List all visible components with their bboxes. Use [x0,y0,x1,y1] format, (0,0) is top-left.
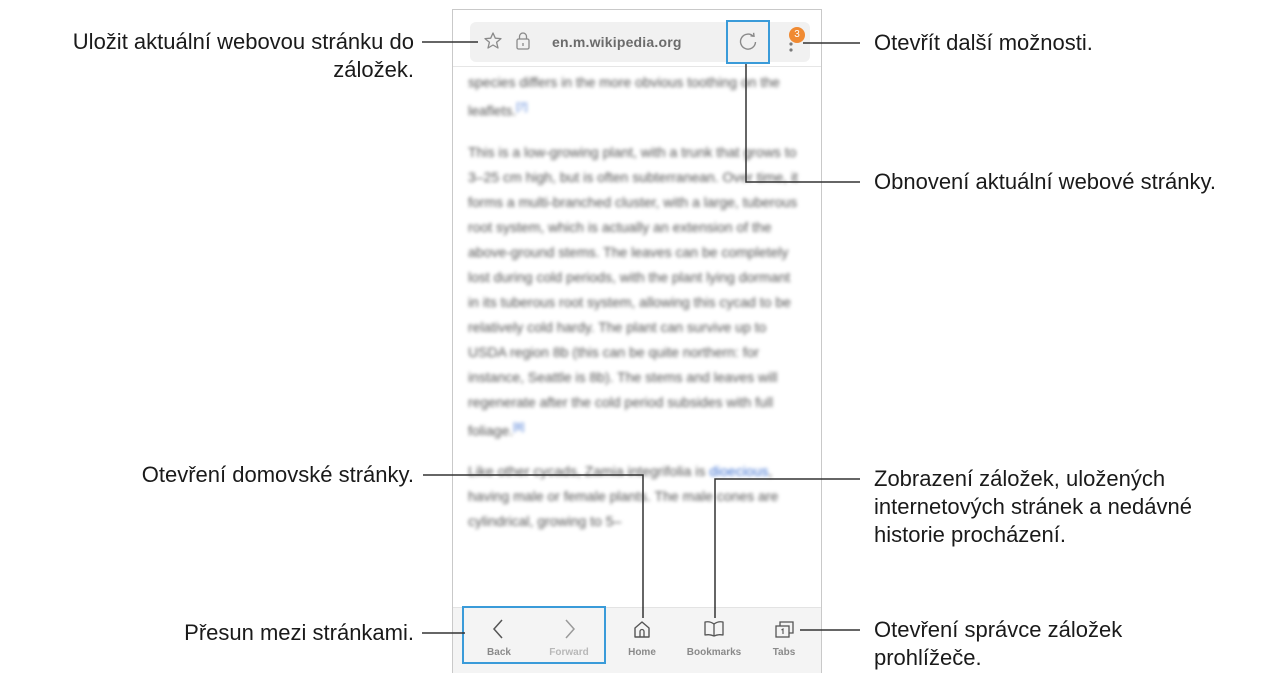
leader-line [423,474,644,618]
callout-home: Otevření domovské stránky. [141,462,414,487]
callout-more-options: Otevřít další možnosti. [874,30,1093,55]
leader-line [714,478,860,618]
callout-lines [422,41,860,634]
callout-refresh: Obnovení aktuální webové stránky. [874,169,1217,194]
callout-tabs: Otevření správce záložek prohlížeče. [874,617,1123,670]
callout-bookmarks: Zobrazení záložek, uložených internetový… [874,466,1192,547]
callout-bookmark-save: Uložit aktuální webovou stránku do zálož… [72,29,414,82]
leader-line [745,64,860,183]
callout-navigate: Přesun mezi stránkami. [184,620,414,645]
